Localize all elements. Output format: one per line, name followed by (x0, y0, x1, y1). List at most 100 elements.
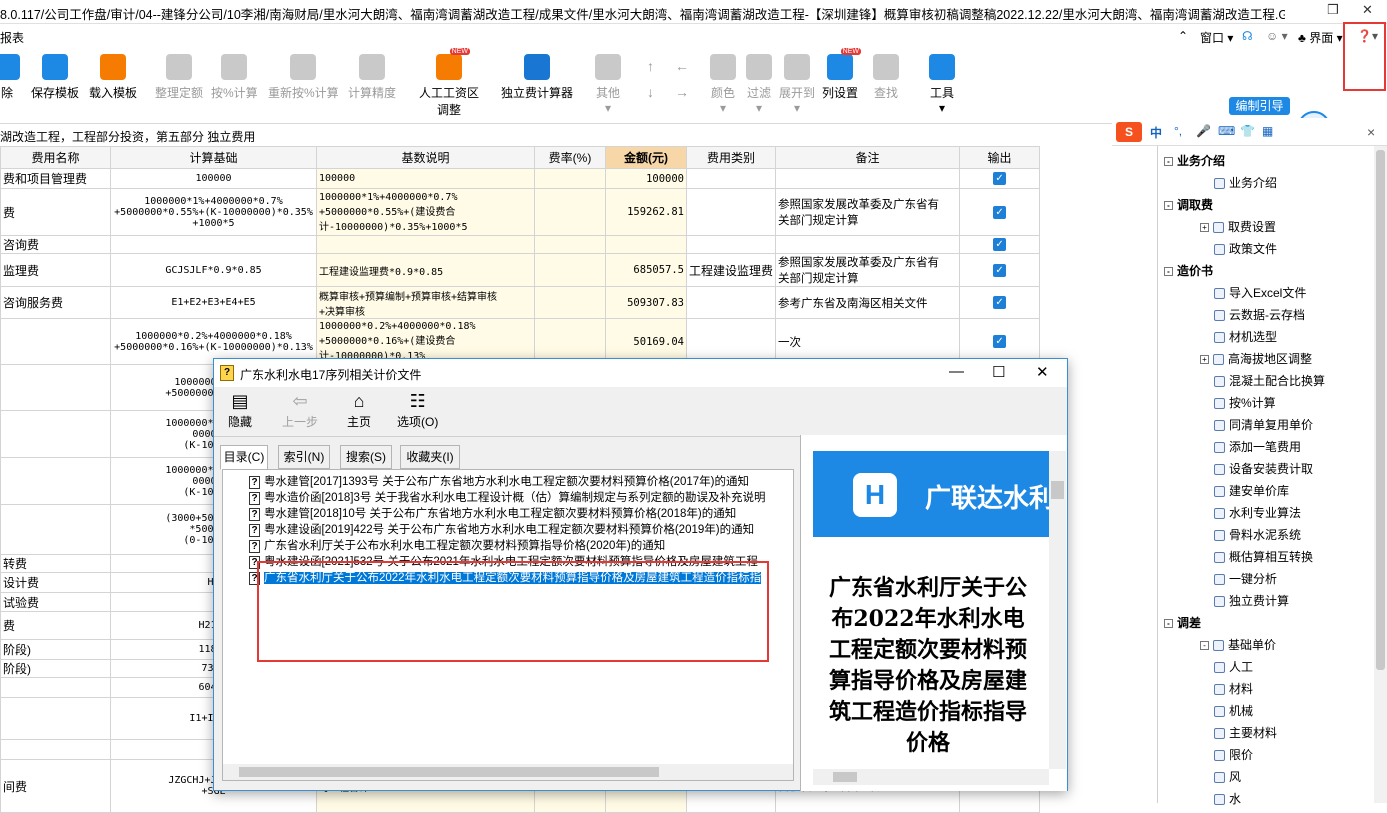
cell-category[interactable] (685, 235, 777, 254)
options-button[interactable]: ☷ 选项(O) (397, 391, 438, 430)
sidebar-item[interactable]: 按%计算 (1214, 394, 1276, 411)
cell-name[interactable]: 转费 (0, 554, 111, 573)
arrange-quota-button[interactable]: 整理定额 (155, 54, 203, 101)
cell-base[interactable]: E1+E2+E3+E4+E5 (110, 286, 317, 319)
sidebar-item[interactable]: 一键分析 (1214, 570, 1277, 587)
tab-index[interactable]: 索引(N) (278, 445, 330, 469)
filter-button[interactable]: 过滤 ▾ (746, 54, 772, 115)
preview-scrollbar[interactable] (1049, 451, 1066, 769)
cell-name[interactable]: 监理费 (0, 253, 111, 287)
guide-button[interactable]: 编制引导 (1229, 97, 1290, 115)
sidebar-item[interactable]: 云数据-云存档 (1214, 306, 1305, 323)
collapse-icon[interactable]: - (1164, 267, 1173, 277)
cell-note[interactable] (775, 235, 961, 254)
tree-hscrollbar[interactable] (223, 764, 793, 780)
cell-output[interactable]: ✓ (959, 235, 1041, 254)
table-row[interactable]: 费 1000000*1%+4000000*0.7% +5000000*0.55%+… (0, 188, 1041, 236)
sidebar-item[interactable]: 建安单价库 (1214, 482, 1289, 499)
home-button[interactable]: ⌂ 主页 (347, 391, 371, 430)
dialog-close-icon[interactable]: ✕ (1036, 363, 1049, 381)
collapse-icon[interactable]: - (1200, 641, 1209, 651)
sidebar-item[interactable]: - 业务介绍 (1164, 152, 1225, 169)
col-header-base[interactable]: 计算基础 (110, 146, 317, 169)
collapse-icon[interactable]: - (1164, 619, 1173, 629)
cell-category[interactable] (685, 188, 777, 236)
col-header-category[interactable]: 费用类别 (685, 146, 777, 169)
move-down-icon[interactable]: ↓ (647, 84, 654, 100)
col-header-note[interactable]: 备注 (775, 146, 961, 169)
sidebar-item[interactable]: 限价 (1214, 746, 1253, 763)
cell-rate[interactable] (534, 188, 606, 236)
sogou-logo-icon[interactable]: S (1116, 122, 1142, 142)
window-menu[interactable]: 窗口 ▾ (1200, 29, 1233, 46)
cell-base[interactable]: 100000 (110, 168, 317, 189)
collapse-icon[interactable]: - (1164, 201, 1173, 211)
delete-button[interactable]: 除 (0, 54, 20, 101)
column-settings-button[interactable]: NEW 列设置 (822, 48, 861, 101)
independent-fee-calc-button[interactable]: 独立费计算器 (501, 54, 573, 101)
sidebar-item[interactable]: 同清单复用单价 (1214, 416, 1313, 433)
cell-name[interactable]: 阶段) (0, 659, 111, 678)
cell-output[interactable]: ✓ (959, 286, 1041, 319)
interface-menu[interactable]: ♣ 界面 ▾ (1298, 29, 1343, 46)
collapse-up-icon[interactable]: ⌃ (1178, 29, 1188, 43)
save-template-button[interactable]: 保存模板 (31, 54, 79, 101)
cell-desc[interactable]: 100000 (316, 168, 535, 189)
cell-rate[interactable] (534, 168, 606, 189)
sidebar-item[interactable]: 独立费计算 (1214, 592, 1289, 609)
doc-list-item[interactable]: ? 粤水建管[2018]10号 关于公布广东省地方水利水电工程定额次要材料预算价格… (249, 506, 736, 522)
sidebar-item[interactable]: - 造价书 (1164, 262, 1213, 279)
report-menu[interactable]: 报表 (0, 29, 24, 46)
recalc-percent-button[interactable]: 重新按%计算 (268, 54, 339, 101)
cell-note[interactable]: 参照国家发展改革委及广东省有 关部门规定计算 (775, 188, 961, 236)
sidebar-item[interactable]: 材机选型 (1214, 328, 1277, 345)
cell-name[interactable]: 阶段) (0, 639, 111, 660)
collapse-icon[interactable]: - (1164, 157, 1173, 167)
sidebar-item[interactable]: 添加一笔费用 (1214, 438, 1301, 455)
cell-name[interactable] (0, 677, 111, 698)
expand-icon[interactable]: + (1200, 355, 1209, 365)
table-row[interactable]: 费和项目管理费 100000 100000 100000 ✓ (0, 168, 1041, 189)
cell-amount[interactable]: 685057.5 (605, 253, 687, 287)
cell-amount[interactable] (605, 235, 687, 254)
tab-search[interactable]: 搜索(S) (340, 445, 392, 469)
cell-desc[interactable]: 1000000*1%+4000000*0.7% +5000000*0.55%+(… (316, 188, 535, 236)
table-row[interactable]: 咨询费 ✓ (0, 235, 1041, 254)
cell-base[interactable]: 1000000*1%+4000000*0.7% +5000000*0.55%+(… (110, 188, 317, 236)
sidebar-item[interactable]: + 高海拔地区调整 (1200, 350, 1312, 367)
output-checkbox[interactable]: ✓ (993, 335, 1007, 348)
cell-name[interactable]: 咨询费 (0, 235, 111, 254)
cell-name[interactable]: 设计费 (0, 572, 111, 593)
cell-amount[interactable]: 100000 (605, 168, 687, 189)
sidebar-item[interactable]: - 调差 (1164, 614, 1201, 631)
sidebar-item[interactable]: 政策文件 (1214, 240, 1277, 257)
cell-note[interactable]: 参照国家发展改革委及广东省有 关部门规定计算 (775, 253, 961, 287)
cell-amount[interactable]: 159262.81 (605, 188, 687, 236)
move-right-icon[interactable]: → (675, 84, 689, 100)
ime-skin-icon[interactable]: 👕 (1240, 124, 1255, 138)
user-icon[interactable]: ☺ ▾ (1266, 29, 1288, 43)
sidebar-item[interactable]: 材料 (1214, 680, 1253, 697)
preview-scroll-thumb[interactable] (1051, 481, 1064, 499)
sidebar-item[interactable]: 设备安装费计取 (1214, 460, 1313, 477)
sidebar-item[interactable]: 人工 (1214, 658, 1253, 675)
col-header-name[interactable]: 费用名称 (0, 146, 111, 169)
ime-tools-icon[interactable]: ▦ (1262, 124, 1273, 138)
cell-category[interactable] (685, 168, 777, 189)
cell-name[interactable] (0, 697, 111, 740)
ime-punct-toggle[interactable]: °, (1174, 124, 1182, 138)
close-icon[interactable]: ✕ (1362, 2, 1373, 18)
sidebar-item[interactable]: 主要材料 (1214, 724, 1277, 741)
sidebar-item[interactable]: + 取费设置 (1200, 218, 1276, 235)
cell-name[interactable]: 费和项目管理费 (0, 168, 111, 189)
sidebar-item[interactable]: 骨料水泥系统 (1214, 526, 1301, 543)
sidebar-scroll-thumb[interactable] (1376, 150, 1385, 670)
tab-favorites[interactable]: 收藏夹(I) (400, 445, 460, 469)
col-header-rate[interactable]: 费率(%) (534, 146, 606, 169)
headset-icon[interactable]: ☊ (1242, 29, 1253, 43)
doc-list-item[interactable]: ? 粤水造价函[2018]3号 关于我省水利水电工程设计概（估）算编制规定与系列定… (249, 490, 766, 506)
output-checkbox[interactable]: ✓ (993, 238, 1007, 251)
sidebar-scrollbar[interactable] (1374, 146, 1387, 803)
cell-output[interactable]: ✓ (959, 253, 1041, 287)
sidebar-item[interactable]: 概估算相互转换 (1214, 548, 1313, 565)
